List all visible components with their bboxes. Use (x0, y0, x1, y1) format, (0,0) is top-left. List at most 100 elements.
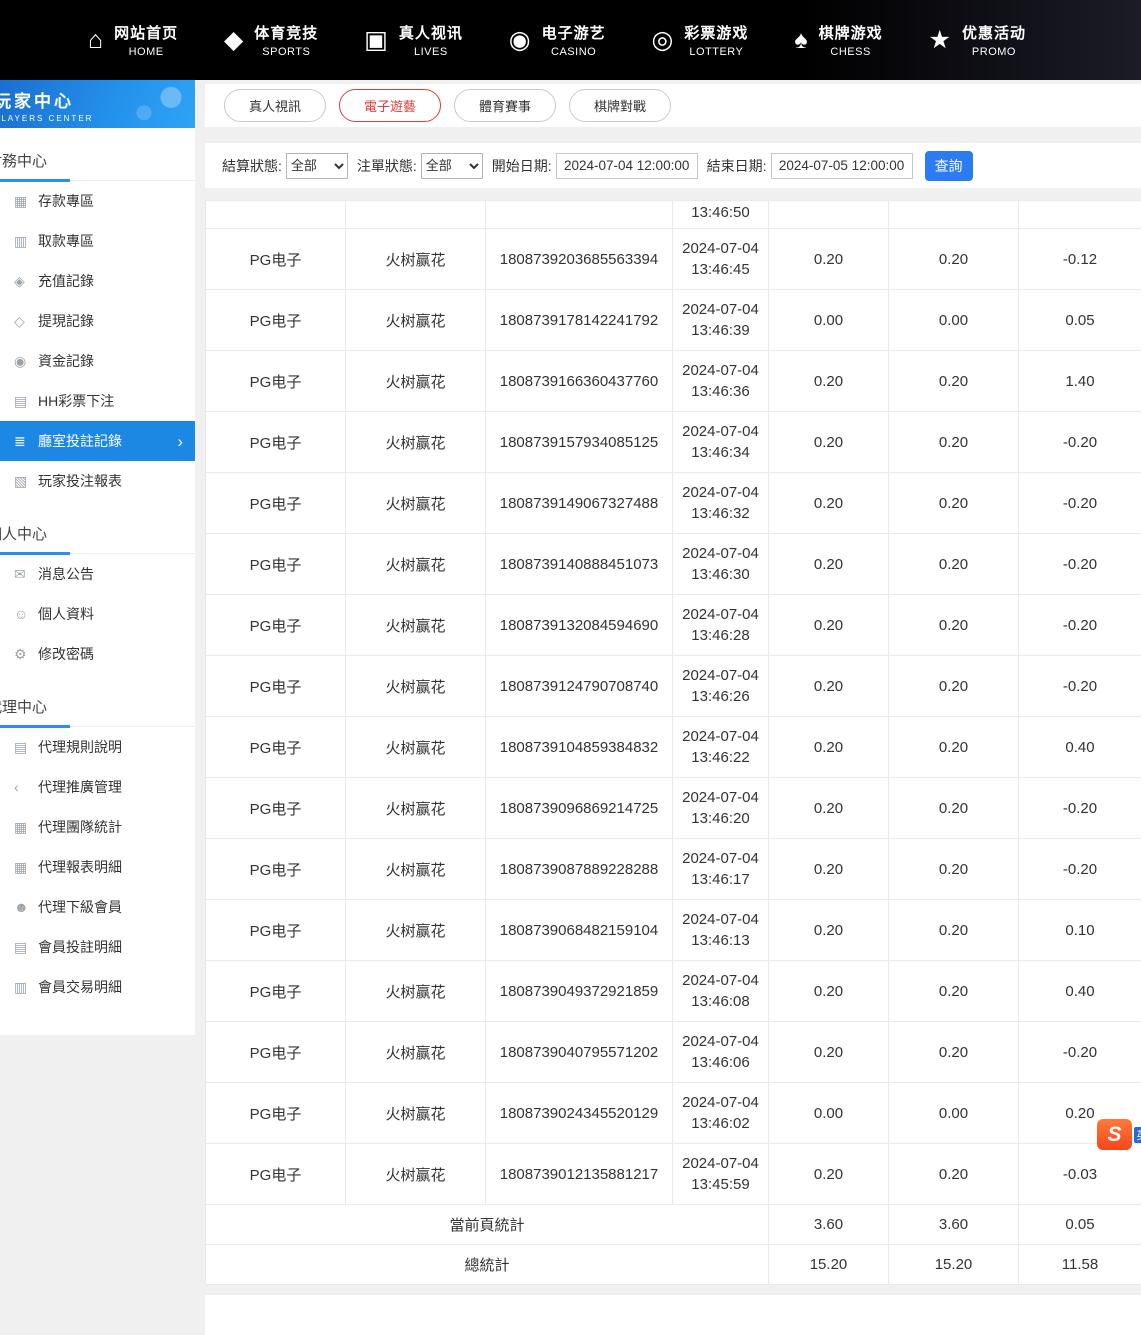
deposit-icon: ▦ (14, 193, 38, 210)
date-text: 2024-07-04 (673, 604, 768, 625)
sidebar-section-title: 財務中心 (0, 128, 195, 181)
search-button[interactable]: 查詢 (925, 151, 973, 181)
agent-report-detail-icon: ▦ (14, 859, 38, 876)
vendor-cell: PG电子 (206, 900, 346, 961)
tab-sports[interactable]: 體育賽事 (454, 89, 556, 122)
start-date-input[interactable] (556, 153, 698, 179)
order-cell: 1808739049372921859 (486, 961, 673, 1022)
sogou-input-icon[interactable]: S 英 (1097, 1119, 1141, 1150)
sidebar-item-recharge-record[interactable]: ◈充值記錄 (0, 261, 195, 301)
vendor-cell: PG电子 (206, 412, 346, 473)
tab-live[interactable]: 真人視訊 (224, 89, 326, 122)
records-table: 13:46:50PG电子火树赢花18087392036855633942024-… (205, 200, 1141, 1285)
table-row: PG电子火树赢花18087391408884510732024-07-0413:… (206, 534, 1141, 595)
profit-cell: -0.03 (1019, 1144, 1141, 1205)
sidebar-item-player-bet-report[interactable]: ▧玩家投注報表 (0, 461, 195, 501)
game-cell: 火树赢花 (346, 473, 486, 534)
time-text: 13:46:28 (673, 625, 768, 646)
valid-amount-cell: 0.20 (889, 717, 1019, 778)
settle-status-select[interactable]: 全部 (286, 153, 348, 179)
game-cell: 火树赢花 (346, 1022, 486, 1083)
sidebar-item-password[interactable]: ⚙修改密碼 (0, 634, 195, 674)
table-row: PG电子火树赢花18087391247907087402024-07-0413:… (206, 656, 1141, 717)
end-date-input[interactable] (771, 153, 913, 179)
sidebar-item-label: 個人資料 (38, 604, 94, 624)
time-text: 13:46:30 (673, 564, 768, 585)
sidebar-item-agent-members[interactable]: ☻代理下級會員 (0, 887, 195, 927)
datetime-cell: 2024-07-0413:46:45 (673, 229, 769, 290)
game-cell: 火树赢花 (346, 351, 486, 412)
nav-item-chess[interactable]: ♠棋牌游戏CHESS (794, 22, 882, 58)
table-cell (889, 201, 1019, 229)
valid-amount-cell: 0.20 (889, 1144, 1019, 1205)
time-text: 13:45:59 (673, 1174, 768, 1195)
nav-item-promo[interactable]: ★优惠活动PROMO (929, 22, 1026, 58)
table-row: PG电子火树赢花18087391579340851252024-07-0413:… (206, 412, 1141, 473)
nav-item-text: 网站首页HOME (114, 22, 178, 58)
nav-label-en: CHESS (819, 46, 883, 58)
date-text: 2024-07-04 (673, 1092, 768, 1113)
nav-label-en: LIVES (399, 46, 463, 58)
sidebar-item-withdraw[interactable]: ▥取款專區 (0, 221, 195, 261)
bet-amount-cell: 0.20 (769, 839, 889, 900)
profit-cell: -0.20 (1019, 656, 1141, 717)
nav-item-casino[interactable]: ◉电子游艺CASINO (509, 22, 606, 58)
profit-cell: -0.20 (1019, 1022, 1141, 1083)
table-row: PG电子火树赢花18087390493729218592024-07-0413:… (206, 961, 1141, 1022)
agent-promotion-icon: ‹ (14, 779, 38, 795)
datetime-cell: 2024-07-0413:46:34 (673, 412, 769, 473)
order-cell: 1808739178142241792 (486, 290, 673, 351)
game-cell: 火树赢花 (346, 961, 486, 1022)
sidebar-item-label: 取款專區 (38, 231, 94, 251)
order-cell: 1808739024345520129 (486, 1083, 673, 1144)
bet-amount-cell: 0.20 (769, 900, 889, 961)
sidebar-item-agent-promotion[interactable]: ‹代理推廣管理 (0, 767, 195, 807)
sidebar-item-member-bet-detail[interactable]: ▤會員投註明細 (0, 927, 195, 967)
sidebar-item-agent-report-detail[interactable]: ▦代理報表明細 (0, 847, 195, 887)
date-text: 2024-07-04 (673, 665, 768, 686)
sidebar-item-agent-rules[interactable]: ▤代理規則說明 (0, 727, 195, 767)
valid-amount-cell: 0.20 (889, 473, 1019, 534)
sidebar-item-label: 充值記錄 (38, 271, 94, 291)
sidebar-item-withdrawal-record[interactable]: ◇提現記錄 (0, 301, 195, 341)
vendor-cell: PG电子 (206, 290, 346, 351)
sidebar-item-room-bet-record[interactable]: ≣廳室投註記錄› (0, 421, 195, 461)
valid-amount-cell: 0.20 (889, 656, 1019, 717)
date-text: 2024-07-04 (673, 1153, 768, 1174)
table-row: PG电子火树赢花18087390684821591042024-07-0413:… (206, 900, 1141, 961)
bet-total-cell: 15.20 (769, 1245, 889, 1285)
order-cell: 1808739140888451073 (486, 534, 673, 595)
vendor-cell: PG电子 (206, 961, 346, 1022)
sidebar-item-hh-lottery[interactable]: ▤HH彩票下注 (0, 381, 195, 421)
tab-chess[interactable]: 棋牌對戰 (569, 89, 671, 122)
tab-electronic[interactable]: 電子遊藝 (339, 89, 441, 122)
sidebar-item-label: 消息公告 (38, 564, 94, 584)
announcement-icon: ✉ (14, 566, 38, 583)
sidebar-item-deposit[interactable]: ▦存款專區 (0, 181, 195, 221)
profit-cell: 0.10 (1019, 900, 1141, 961)
datetime-cell: 2024-07-0413:46:17 (673, 839, 769, 900)
sidebar-item-label: 代理規則說明 (38, 737, 122, 757)
profit-cell: -0.20 (1019, 412, 1141, 473)
time-text: 13:46:06 (673, 1052, 768, 1073)
sidebar-item-member-transactions[interactable]: ▥會員交易明細 (0, 967, 195, 1007)
datetime-cell: 2024-07-0413:45:59 (673, 1144, 769, 1205)
nav-item-home[interactable]: ⌂网站首页HOME (88, 22, 178, 58)
agent-team-stats-icon: ▦ (14, 819, 38, 836)
nav-item-text: 彩票游戏LOTTERY (684, 22, 748, 58)
table-row: PG电子火树赢花18087391048593848322024-07-0413:… (206, 717, 1141, 778)
vendor-cell: PG电子 (206, 595, 346, 656)
sidebar-item-announcement[interactable]: ✉消息公告 (0, 554, 195, 594)
order-status-select[interactable]: 全部 (421, 153, 483, 179)
game-cell: 火树赢花 (346, 1083, 486, 1144)
sidebar-item-profile[interactable]: ☺個人資料 (0, 594, 195, 634)
profile-icon: ☺ (14, 606, 38, 622)
sidebar-item-funds-record[interactable]: ◉資金記錄 (0, 341, 195, 381)
nav-item-sports[interactable]: ◆体育竞技SPORTS (224, 22, 318, 58)
nav-item-lives[interactable]: ▣真人视讯LIVES (364, 22, 463, 58)
withdraw-icon: ▥ (14, 233, 38, 250)
sidebar-item-label: 會員交易明細 (38, 977, 122, 997)
nav-item-lottery[interactable]: ◎彩票游戏LOTTERY (652, 22, 749, 58)
datetime-cell: 2024-07-0413:46:36 (673, 351, 769, 412)
sidebar-item-agent-team-stats[interactable]: ▦代理團隊統計 (0, 807, 195, 847)
